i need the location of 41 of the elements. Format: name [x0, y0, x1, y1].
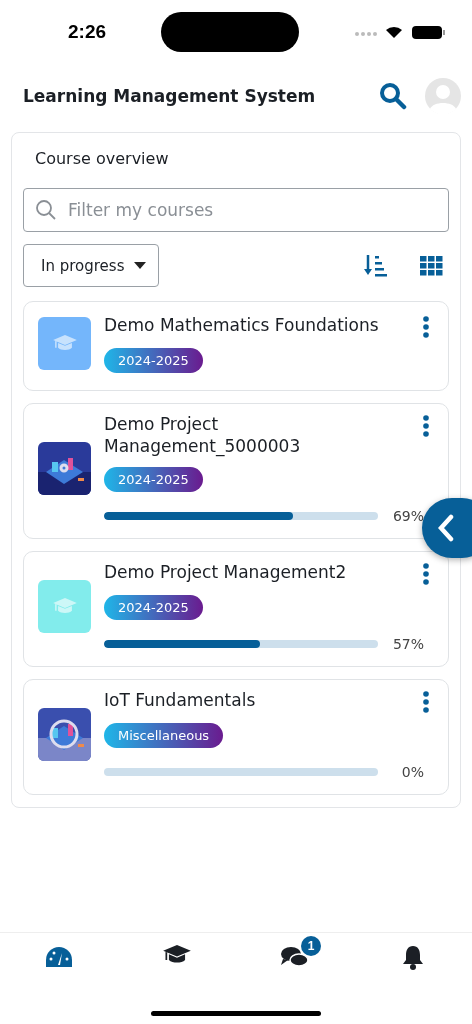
- signal-wifi-battery-icon: [354, 24, 446, 40]
- course-title[interactable]: IoT Fundamentals: [104, 689, 408, 711]
- course-title[interactable]: Demo Project Management2: [104, 561, 408, 583]
- bell-icon: [401, 945, 425, 971]
- gauge-icon: [45, 945, 73, 969]
- nav-tab[interactable]: 1: [263, 935, 327, 979]
- course-card[interactable]: Demo Project Management_5000003 2024-2025 69%: [23, 403, 449, 539]
- grid-view-button[interactable]: [420, 255, 443, 276]
- kebab-menu-icon: [423, 415, 429, 437]
- course-title[interactable]: Demo Project Management_5000003: [104, 413, 408, 457]
- sort-button[interactable]: [364, 254, 388, 277]
- progress-percent: 0%: [400, 764, 424, 780]
- app-title: Learning Management System: [23, 86, 317, 106]
- avatar-icon: [425, 78, 461, 114]
- category-tag: Miscellaneous: [104, 723, 224, 748]
- panel-title: Course overview: [34, 149, 170, 168]
- chevron-left-icon: [438, 514, 454, 542]
- course-card[interactable]: Demo Project Management2 2024-2025 57%: [23, 551, 449, 667]
- category-tag: 2024-2025: [104, 467, 203, 492]
- status-time: 2:26: [68, 21, 107, 43]
- drawer-toggle-button[interactable]: [422, 498, 472, 558]
- filter-field[interactable]: Filter my courses: [23, 188, 449, 232]
- kebab-menu-icon: [423, 563, 429, 585]
- caret-icon: [134, 262, 147, 269]
- search-icon: [35, 199, 57, 221]
- progress-percent: 69%: [391, 508, 424, 524]
- grid-icon: [420, 255, 443, 276]
- chat-bubbles-icon: [280, 945, 310, 969]
- sort-icon: [364, 254, 388, 277]
- kebab-menu-icon: [423, 316, 429, 338]
- kebab-menu-icon: [423, 691, 429, 713]
- progress-percent: 57%: [391, 636, 424, 652]
- search-button[interactable]: [379, 82, 407, 110]
- category-tag: 2024-2025: [104, 348, 203, 373]
- category-tag: 2024-2025: [104, 595, 203, 620]
- unread-badge: 1: [301, 936, 321, 956]
- course-card[interactable]: IoT Fundamentals Miscellaneous 0%: [23, 679, 449, 795]
- course-title[interactable]: Demo Mathematics Foundations: [104, 314, 408, 336]
- course-card[interactable]: Demo Mathematics Foundations 2024-2025: [23, 301, 449, 391]
- search-icon: [379, 82, 407, 110]
- status-dropdown[interactable]: In progress: [23, 244, 160, 287]
